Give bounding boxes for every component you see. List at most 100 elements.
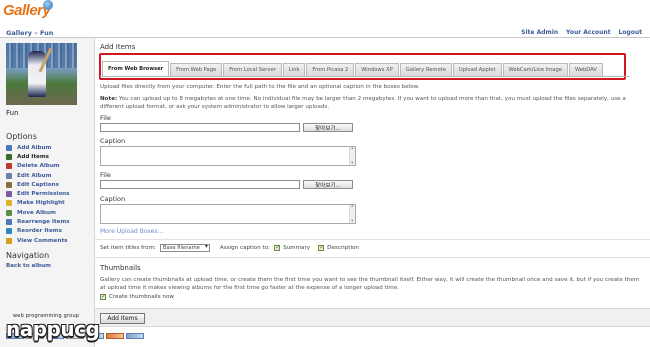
tab-link[interactable]: Link xyxy=(282,63,306,76)
sidebar-option-label: Rearrange Items xyxy=(17,219,70,226)
breadcrumb: Gallery» Fun xyxy=(6,29,53,37)
sidebar: Fun Options Add Album Add Items Delete Alb… xyxy=(0,38,95,347)
site-admin-link[interactable]: Site Admin xyxy=(521,29,558,36)
main-content: Add Items From Web Browser From Web Page F… xyxy=(95,38,650,347)
your-account-link[interactable]: Your Account xyxy=(566,29,611,36)
edit-captions-icon xyxy=(6,181,12,188)
sidebar-option-move-album[interactable]: Move Album xyxy=(6,208,70,217)
note-label: Note: xyxy=(100,96,118,102)
add-album-icon xyxy=(6,144,12,151)
edit-permissions-icon xyxy=(6,191,12,198)
back-to-album-link[interactable]: Back to album xyxy=(6,263,51,269)
navigation-title: Navigation xyxy=(6,251,50,260)
options-list: Add Album Add Items Delete Album Edit Album… xyxy=(6,143,70,245)
summary-label: Summary xyxy=(283,245,311,251)
sidebar-option-label: Add Items xyxy=(17,153,49,160)
tab-webdav[interactable]: WebDAV xyxy=(568,63,603,76)
move-album-icon xyxy=(6,209,12,216)
sidebar-option-make-highlight[interactable]: Make Highlight xyxy=(6,199,70,208)
note-body: You can upload up to 8 megabytes at one … xyxy=(100,96,626,110)
thumbnail-player xyxy=(28,51,46,97)
sidebar-option-label: View Comments xyxy=(17,237,68,244)
caption-textarea-2[interactable] xyxy=(100,203,356,224)
tab-underline xyxy=(100,76,630,77)
sidebar-option-label: Edit Captions xyxy=(17,181,59,188)
action-bar: Add Items xyxy=(95,308,650,327)
caption-textarea-1[interactable] xyxy=(100,145,356,166)
sidebar-option-label: Move Album xyxy=(17,209,56,216)
gallery-logo[interactable]: Gallery xyxy=(3,0,53,19)
breadcrumb-gallery[interactable]: Gallery xyxy=(6,29,32,37)
divider-1 xyxy=(95,239,650,240)
make-highlight-icon xyxy=(6,200,12,207)
sidebar-option-label: Edit Permissions xyxy=(17,191,70,198)
tab-from-picasa-2[interactable]: From Picasa 2 xyxy=(306,63,355,76)
edit-album-icon xyxy=(6,172,12,179)
options-title: Options xyxy=(6,132,37,141)
create-thumbnails-row: Create thumbnails now xyxy=(100,293,174,300)
create-thumbnails-checkbox[interactable] xyxy=(100,293,106,300)
tab-windows-xp[interactable]: Windows XP xyxy=(355,63,399,76)
caption-scrollbar-1[interactable] xyxy=(349,145,355,166)
thumbnails-title: Thumbnails xyxy=(100,264,141,272)
file-input-1[interactable] xyxy=(100,123,300,132)
description-checkbox[interactable] xyxy=(318,244,324,251)
sidebar-option-view-comments[interactable]: View Comments xyxy=(6,236,70,245)
sidebar-option-rearrange-items[interactable]: Rearrange Items xyxy=(6,217,70,226)
sidebar-option-add-album[interactable]: Add Album xyxy=(6,143,70,152)
browse-button-2[interactable]: 찾아보기... xyxy=(303,180,353,189)
create-thumbnails-label: Create thumbnails now xyxy=(109,294,174,300)
file-label-1: File xyxy=(100,114,111,122)
upload-method-tabs: From Web Browser From Web Page From Local … xyxy=(102,60,626,76)
tab-from-web-page[interactable]: From Web Page xyxy=(170,63,223,76)
sidebar-option-reorder-items[interactable]: Reorder Items xyxy=(6,227,70,236)
assign-caption-label: Assign caption to: xyxy=(219,245,271,251)
file-input-2[interactable] xyxy=(100,180,300,189)
sidebar-option-label: Add Album xyxy=(17,144,52,151)
footer-badge-icon[interactable] xyxy=(126,333,144,339)
tab-gallery-remote[interactable]: Gallery Remote xyxy=(399,63,452,76)
top-links: Site Admin Your Account Logout xyxy=(515,29,642,36)
album-thumbnail[interactable] xyxy=(6,43,77,105)
watermark-text: nappucg xyxy=(6,317,100,341)
delete-album-icon xyxy=(6,163,12,170)
sidebar-option-delete-album[interactable]: Delete Album xyxy=(6,162,70,171)
thumbnails-description: Gallery can create thumbnails at upload … xyxy=(100,277,640,291)
logo-swoosh-icon xyxy=(43,0,53,10)
caption-scrollbar-2[interactable] xyxy=(349,203,355,224)
view-comments-icon xyxy=(6,237,12,244)
file-label-2: File xyxy=(100,171,111,179)
reorder-items-icon xyxy=(6,228,12,235)
page-title: Add Items xyxy=(100,43,136,51)
sidebar-option-label: Delete Album xyxy=(17,163,60,170)
tab-from-web-browser[interactable]: From Web Browser xyxy=(102,61,170,76)
browse-button-1[interactable]: 찾아보기... xyxy=(303,123,353,132)
sidebar-option-add-items[interactable]: Add Items xyxy=(6,152,70,161)
sidebar-option-label: Make Highlight xyxy=(17,200,65,207)
divider-2 xyxy=(95,257,650,258)
upload-intro-text: Upload files directly from your computer… xyxy=(100,84,420,90)
sidebar-option-edit-captions[interactable]: Edit Captions xyxy=(6,180,70,189)
more-upload-boxes-link[interactable]: More Upload Boxes... xyxy=(100,228,163,235)
sidebar-option-edit-album[interactable]: Edit Album xyxy=(6,171,70,180)
breadcrumb-fun[interactable]: Fun xyxy=(40,29,53,37)
title-source-select[interactable]: Base filename xyxy=(159,243,210,252)
tab-upload-applet[interactable]: Upload Applet xyxy=(452,63,502,76)
set-titles-label: Set item titles from: xyxy=(100,245,156,251)
logout-link[interactable]: Logout xyxy=(618,29,642,36)
caption-label-2: Caption xyxy=(100,195,126,203)
sidebar-option-label: Reorder Items xyxy=(17,228,62,235)
summary-checkbox[interactable] xyxy=(274,244,280,251)
upload-note-text: Note: You can upload up to 8 megabytes a… xyxy=(100,95,640,111)
tab-webcam-live-image[interactable]: WebCam/Live Image xyxy=(502,63,568,76)
sidebar-option-label: Edit Album xyxy=(17,172,52,179)
add-items-icon xyxy=(6,153,12,160)
watermark: web programming group nappucg xyxy=(4,313,114,343)
album-name: Fun xyxy=(6,109,19,117)
breadcrumb-separator-icon: » xyxy=(34,29,39,37)
tab-from-local-server[interactable]: From Local Server xyxy=(223,63,282,76)
sidebar-option-edit-permissions[interactable]: Edit Permissions xyxy=(6,189,70,198)
caption-label-1: Caption xyxy=(100,137,126,145)
rearrange-items-icon xyxy=(6,219,12,226)
description-label: Description xyxy=(327,245,359,251)
